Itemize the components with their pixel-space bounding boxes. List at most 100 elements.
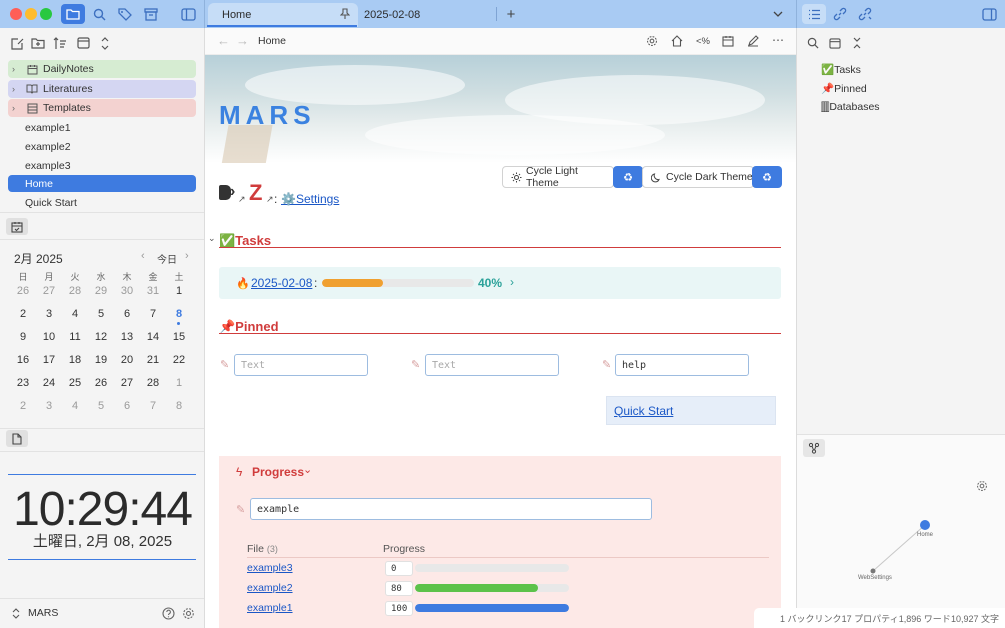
home-icon[interactable] (670, 34, 684, 48)
z-logo[interactable]: Z (249, 180, 262, 206)
progress-filter-input[interactable]: example (250, 498, 652, 520)
file-example1[interactable]: example1 (8, 119, 196, 136)
calendar-day[interactable]: 28 (140, 377, 166, 400)
calendar-day[interactable]: 31 (140, 285, 166, 308)
pinned-text-input-3[interactable]: help (615, 354, 749, 376)
outline-list-icon[interactable] (802, 4, 826, 24)
calendar-day[interactable]: 4 (62, 400, 88, 423)
calendar-day[interactable]: 8 (166, 400, 192, 423)
folder-dailynotes[interactable]: › DailyNotes (8, 60, 196, 78)
tags-icon[interactable] (117, 6, 133, 22)
calendar-day[interactable]: 16 (10, 354, 36, 377)
archive-icon[interactable] (143, 6, 159, 22)
folder-templates[interactable]: › Templates (8, 99, 196, 117)
calendar-day[interactable]: 21 (140, 354, 166, 377)
cycle-light-theme-action-button[interactable]: ♻ (613, 166, 643, 188)
calendar-day[interactable]: 2 (10, 308, 36, 331)
settings-gear-icon[interactable] (645, 34, 659, 48)
new-note-icon[interactable] (9, 35, 25, 51)
calendar-tab-icon[interactable] (6, 218, 28, 235)
table-row-file-link[interactable]: example3 (247, 562, 293, 574)
tab-list-chevron-icon[interactable] (771, 7, 785, 21)
calendar-day[interactable]: 26 (10, 285, 36, 308)
calendar-day[interactable]: 1 (166, 285, 192, 308)
collapse-view-icon[interactable] (75, 35, 91, 51)
calendar-day[interactable]: 29 (88, 285, 114, 308)
calendar-day[interactable]: 2 (10, 400, 36, 423)
calendar-day[interactable]: 4 (62, 308, 88, 331)
templater-code-icon[interactable]: <% (696, 36, 710, 47)
file-example2[interactable]: example2 (8, 138, 196, 155)
chevron-right-icon[interactable]: › (510, 275, 514, 289)
calendar-day[interactable]: 7 (140, 400, 166, 423)
outgoing-links-icon[interactable] (857, 6, 873, 22)
file-explorer-icon[interactable] (61, 4, 85, 24)
minimize-window-button[interactable] (25, 8, 37, 20)
calendar-day[interactable]: 27 (114, 377, 140, 400)
cycle-dark-theme-button[interactable]: Cycle Dark Theme (642, 166, 754, 188)
calendar-day[interactable]: 27 (36, 285, 62, 308)
calendar-icon[interactable] (721, 34, 735, 48)
vault-switch-icon[interactable] (10, 607, 22, 619)
calendar-day[interactable]: 3 (36, 308, 62, 331)
calendar-day[interactable]: 3 (36, 400, 62, 423)
file-home[interactable]: Home (8, 175, 196, 192)
status-properties[interactable]: 17 プロパティ (842, 612, 899, 625)
sort-icon[interactable] (52, 35, 68, 51)
table-row-progress-value[interactable]: 0 (385, 561, 413, 576)
file-example3[interactable]: example3 (8, 157, 196, 174)
edit-pencil-icon[interactable] (746, 34, 760, 48)
collapse-all-icon[interactable] (850, 36, 864, 50)
back-arrow-icon[interactable]: ← (217, 33, 230, 48)
tab-2025-02-08[interactable]: 2025-02-08 (350, 3, 495, 27)
close-window-button[interactable] (10, 8, 22, 20)
calendar-day[interactable]: 1 (166, 377, 192, 400)
file-quick-start[interactable]: Quick Start (8, 194, 196, 211)
calendar-day[interactable]: 6 (114, 400, 140, 423)
status-backlinks[interactable]: 1 バックリンク (780, 612, 842, 625)
help-icon[interactable] (161, 606, 175, 620)
external-link-icon[interactable]: ↗ (238, 194, 246, 205)
chevron-down-icon[interactable]: ⌄ (303, 463, 312, 476)
outline-item-tasks[interactable]: ✅Tasks (821, 63, 861, 76)
graph-node-home[interactable] (920, 520, 930, 530)
more-options-icon[interactable]: ⋯ (772, 33, 785, 47)
calendar-day[interactable]: 25 (62, 377, 88, 400)
calendar-day[interactable]: 6 (114, 308, 140, 331)
backlinks-icon[interactable] (832, 6, 848, 22)
toggle-right-sidebar-icon[interactable] (981, 6, 997, 22)
new-folder-icon[interactable] (30, 35, 46, 51)
search-icon[interactable] (806, 36, 820, 50)
tab-home[interactable]: Home (208, 3, 358, 27)
folder-literatures[interactable]: › Literatures (8, 80, 196, 98)
calendar-day[interactable]: 24 (36, 377, 62, 400)
zoom-window-button[interactable] (40, 8, 52, 20)
new-tab-icon[interactable]: + (503, 6, 519, 23)
settings-link[interactable]: ⚙️Settings (281, 192, 339, 206)
view-title[interactable]: Home (258, 35, 286, 47)
calendar-day[interactable]: 8 (166, 308, 192, 331)
calendar-day[interactable]: 15 (166, 331, 192, 354)
calendar-day[interactable]: 10 (36, 331, 62, 354)
calendar-day[interactable]: 28 (62, 285, 88, 308)
cycle-dark-theme-action-button[interactable]: ♻ (752, 166, 782, 188)
calendar-day[interactable]: 20 (114, 354, 140, 377)
task-date-link[interactable]: 2025-02-08 (251, 276, 312, 290)
cycle-light-theme-button[interactable]: Cycle Light Theme (502, 165, 614, 189)
calendar-day[interactable]: 23 (10, 377, 36, 400)
calendar-day[interactable]: 22 (166, 354, 192, 377)
settings-gear-icon[interactable] (181, 606, 195, 620)
calendar-day[interactable]: 9 (10, 331, 36, 354)
calendar-day[interactable]: 5 (88, 400, 114, 423)
calendar-day[interactable]: 26 (88, 377, 114, 400)
calendar-day[interactable]: 11 (62, 331, 88, 354)
calendar-day[interactable]: 13 (114, 331, 140, 354)
outline-item-databases[interactable]: 🀫Databases (821, 101, 880, 114)
calendar-day[interactable]: 19 (88, 354, 114, 377)
vault-name[interactable]: MARS (28, 607, 58, 619)
quick-start-link[interactable]: Quick Start (614, 404, 673, 418)
calendar-day[interactable]: 14 (140, 331, 166, 354)
forward-arrow-icon[interactable]: → (236, 33, 249, 48)
calendar-next-icon[interactable]: › (185, 250, 189, 262)
table-row-file-link[interactable]: example1 (247, 602, 293, 614)
